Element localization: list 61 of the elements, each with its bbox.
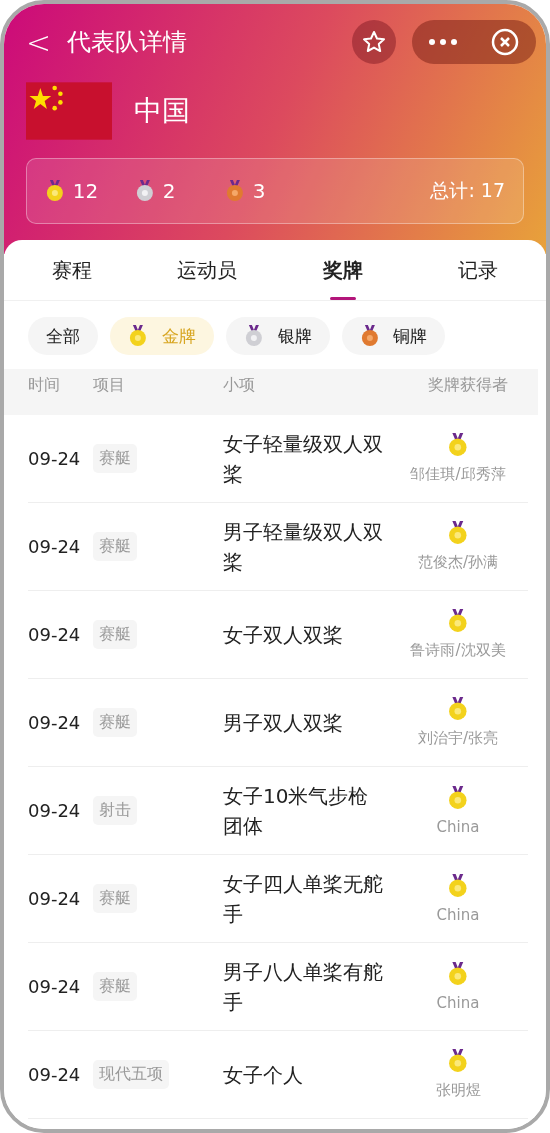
winner-name: 刘治宇/张亮: [417, 729, 499, 748]
favorite-button[interactable]: [352, 20, 396, 64]
date-cell-text: 09-24: [28, 624, 82, 645]
sport-tag: 现代五项: [93, 1060, 169, 1089]
close-icon: [491, 28, 519, 56]
column-header: 小项: [223, 375, 256, 396]
sport-tag: 射击: [93, 796, 137, 825]
tab[interactable]: 奖牌: [275, 240, 411, 300]
winner-name: 范俊杰/孙满: [417, 553, 499, 572]
total-count: 总计: 17: [430, 178, 505, 203]
medal-count: 12: [72, 179, 99, 203]
medal-icon: [128, 325, 148, 347]
filter-chip[interactable]: 银牌: [225, 317, 330, 355]
winner-name: China: [436, 817, 480, 836]
filter-chip[interactable]: 全部: [28, 317, 98, 355]
sport-tag: 赛艇: [93, 708, 137, 737]
date-cell-text: 09-24: [28, 888, 82, 909]
date-cell-text: 09-24: [28, 712, 82, 733]
sport-tag: 赛艇: [93, 620, 137, 649]
page-title: 代表队详情: [67, 27, 189, 58]
filter-chip[interactable]: 铜牌: [341, 317, 446, 355]
back-button[interactable]: <: [26, 24, 52, 60]
date-cell-text: 09-24: [28, 976, 82, 997]
medal-icon: [359, 325, 380, 347]
medal-icon: [225, 180, 245, 202]
event-name: 女子双人双桨: [223, 621, 344, 649]
event-name: 男子轻量级双人双桨: [223, 518, 384, 576]
medal-icon: [45, 180, 65, 202]
date-cell-text: 09-24: [28, 536, 82, 557]
team-name: 中国: [134, 93, 190, 129]
more-icon: [429, 39, 457, 45]
event-name: 女子四人单桨无舵手: [223, 870, 384, 928]
event-name: 男子双人双桨: [223, 709, 344, 737]
star-icon: [362, 30, 386, 54]
medal-icon: [243, 325, 264, 347]
medal-count: 2: [162, 179, 176, 203]
column-header: 项目: [93, 375, 126, 396]
winner-name: 张明煜: [435, 1081, 481, 1100]
column-header: 奖牌获得者: [427, 375, 509, 396]
tab[interactable]: 赛程: [4, 240, 140, 300]
sport-tag: 赛艇: [93, 532, 137, 561]
winner-name: China: [436, 905, 480, 924]
sport-tag: 赛艇: [93, 972, 137, 1001]
winner-name: 鲁诗雨/沈双美: [410, 641, 506, 660]
date-cell-text: 09-24: [28, 448, 82, 469]
tab[interactable]: 记录: [410, 240, 546, 300]
event-name: 女子轻量级双人双桨: [223, 430, 384, 488]
tab[interactable]: 运动员: [139, 240, 275, 300]
winner-name: China: [436, 993, 480, 1012]
medal-icon: [135, 180, 155, 202]
sport-tag: 赛艇: [93, 884, 137, 913]
date-cell-text: 09-24: [28, 1064, 82, 1085]
date-cell-text: 09-24: [28, 800, 82, 821]
flag-icon: [26, 82, 112, 140]
event-name: 男子八人单桨有舵手: [223, 958, 384, 1016]
event-name: 女子10米气步枪团体: [223, 782, 370, 840]
winner-name: 邹佳琪/邱秀萍: [410, 465, 506, 484]
event-name: 女子个人: [223, 1061, 304, 1089]
medal-count: 3: [252, 179, 266, 203]
column-header: 时间: [28, 375, 61, 396]
sport-tag: 赛艇: [93, 444, 137, 473]
